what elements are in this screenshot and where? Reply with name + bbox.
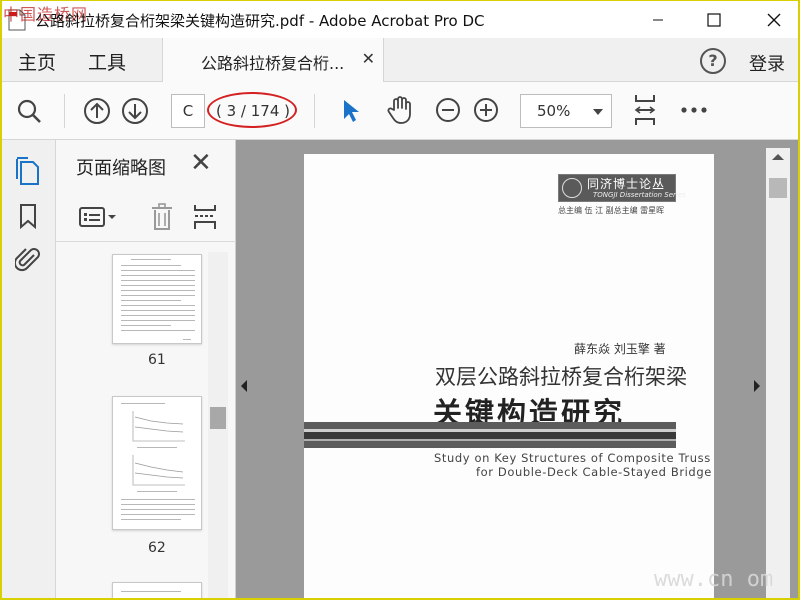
page-number-input[interactable]: C: [171, 94, 205, 128]
series-logo-box: 同济博士论丛 TONGJI Dissertation Series: [558, 174, 686, 202]
more-options-icon[interactable]: [678, 98, 710, 122]
frame-border: [0, 0, 2, 600]
thumbnail-options-icon[interactable]: [78, 204, 116, 230]
thumbnail-chart: [132, 411, 185, 442]
chinese-title-line1: 双层公路斜拉桥复合桁架梁: [435, 365, 687, 389]
toolbar: C ( 3 / 174 ) 50%: [0, 82, 800, 140]
site-watermark: www.cn om: [654, 567, 774, 592]
page-layout-icon[interactable]: [190, 202, 220, 232]
decorative-band: [304, 422, 676, 448]
zoom-out-icon[interactable]: [434, 96, 462, 124]
document-page[interactable]: 同济博士论丛 TONGJI Dissertation Series 总主编 伍 …: [304, 154, 714, 600]
close-window-button[interactable]: [751, 1, 797, 39]
title-bar: 中国造桥网 公路斜拉桥复合桁架梁关键构造研究.pdf - Adobe Acrob…: [0, 0, 800, 38]
thumbnail-chart: [132, 455, 185, 486]
series-name: 同济博士论丛: [587, 177, 666, 191]
trash-icon[interactable]: [148, 202, 176, 232]
series-subtitle: TONGJI Dissertation Series: [593, 191, 686, 199]
document-scrollbar[interactable]: [766, 148, 790, 600]
thumbnail-page-62[interactable]: [112, 396, 202, 530]
bookmark-icon[interactable]: [16, 202, 40, 230]
login-button[interactable]: 登录: [749, 50, 785, 76]
select-cursor-icon[interactable]: [336, 96, 366, 126]
toolbar-divider: [314, 94, 315, 128]
thumbnail-label: 61: [148, 352, 166, 368]
page-thumbnails-icon[interactable]: [14, 156, 42, 186]
thumbnail-panel: 页面缩略图 ✕ 61 62: [56, 140, 236, 600]
tab-document-label: 公路斜拉桥复合桁...: [201, 54, 345, 73]
thumbnail-page-61[interactable]: [112, 254, 202, 344]
left-rail: [0, 140, 56, 600]
collapse-right-panel-icon[interactable]: [754, 380, 760, 392]
window-title: 公路斜拉桥复合桁架梁关键构造研究.pdf - Adobe Acrobat Pro…: [35, 12, 485, 30]
thumbnail-scrollbar[interactable]: [208, 252, 228, 600]
hand-tool-icon[interactable]: [384, 94, 416, 126]
panel-title: 页面缩略图: [76, 158, 166, 179]
tab-tools[interactable]: 工具: [88, 48, 126, 75]
chevron-down-icon: [593, 109, 603, 115]
maximize-button[interactable]: [691, 1, 737, 39]
help-icon[interactable]: ?: [700, 48, 726, 74]
zoom-in-icon[interactable]: [472, 96, 500, 124]
thumbnail-scroll-handle[interactable]: [210, 407, 226, 429]
toolbar-divider: [64, 94, 65, 128]
attachment-icon[interactable]: [14, 244, 42, 274]
english-title-line2: for Double-Deck Cable-Stayed Bridge: [476, 465, 712, 479]
thumbnail-label: 62: [148, 540, 166, 556]
thumbnail-tools: [56, 192, 236, 242]
annotation-oval: [207, 92, 297, 128]
next-page-icon[interactable]: [120, 96, 150, 126]
zoom-level-value: 50%: [537, 102, 571, 120]
english-title-line1: Study on Key Structures of Composite Tru…: [434, 451, 711, 465]
tab-home[interactable]: 主页: [18, 48, 56, 75]
previous-page-icon[interactable]: [82, 96, 112, 126]
tab-bar: 主页 工具 公路斜拉桥复合桁... ✕ ? 登录: [0, 38, 800, 82]
fit-page-icon[interactable]: [630, 92, 660, 128]
close-panel-icon[interactable]: ✕: [190, 150, 212, 176]
document-area[interactable]: 同济博士论丛 TONGJI Dissertation Series 总主编 伍 …: [236, 140, 800, 600]
tab-document[interactable]: 公路斜拉桥复合桁... ✕: [162, 38, 384, 82]
collapse-left-panel-icon[interactable]: [241, 380, 247, 392]
scroll-up-icon[interactable]: [772, 154, 784, 160]
zoom-level-select[interactable]: 50%: [520, 94, 612, 128]
authors-line: 薛东焱 刘玉擎 著: [574, 342, 666, 356]
editors-line: 总主编 伍 江 副总主编 雷星晖: [558, 206, 665, 215]
minimize-button[interactable]: [635, 1, 681, 39]
close-tab-icon[interactable]: ✕: [362, 49, 375, 68]
university-seal-icon: [562, 178, 582, 198]
search-icon[interactable]: [14, 96, 44, 126]
document-scroll-handle[interactable]: [769, 178, 787, 198]
